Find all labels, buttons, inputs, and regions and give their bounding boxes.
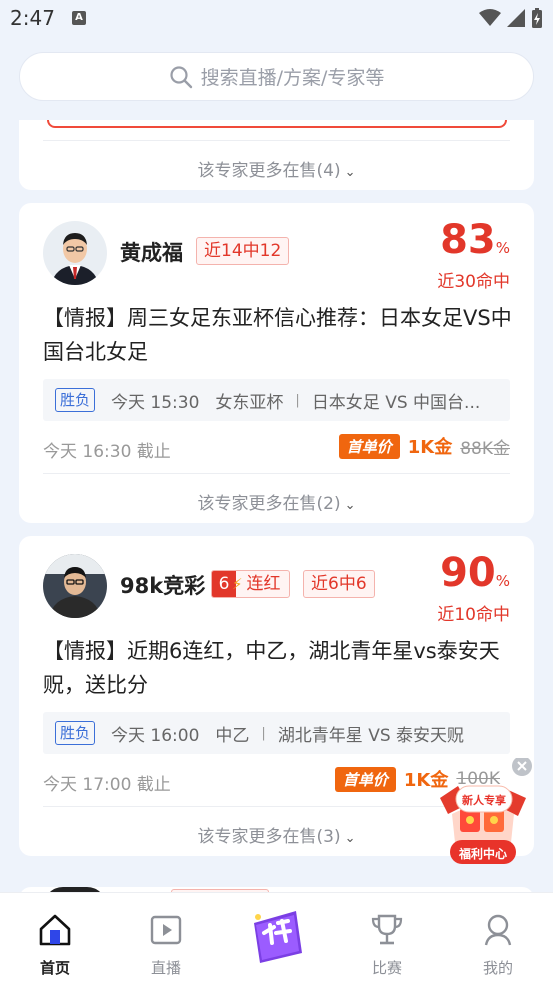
record-tag: 近14中12 xyxy=(196,237,290,265)
plan-headline[interactable]: 【情报】近期6连红，中乙，湖北青年星vs泰安天贶，送比分 xyxy=(43,634,513,702)
more-on-sale-label: 该专家更多在售(2) xyxy=(197,494,341,514)
center-feature-icon xyxy=(254,911,302,963)
expert-card[interactable]: 黄成福 近14中12 83% 近30命中 【情报】周三女足东亚杯信心推荐：日本女… xyxy=(19,203,534,523)
avatar[interactable] xyxy=(43,221,107,285)
match-teams: 日本女足 VS 中国台... xyxy=(311,392,481,413)
hit-rate-label: 近10命中 xyxy=(437,605,510,625)
avatar[interactable] xyxy=(43,554,107,618)
tab-matches[interactable]: 比赛 xyxy=(337,893,437,984)
promo-new-user-label: 新人专享 xyxy=(462,794,506,807)
original-price: 88K金 xyxy=(460,438,510,459)
hit-rate-label: 近30命中 xyxy=(437,272,510,292)
tab-live[interactable]: 直播 xyxy=(116,893,216,984)
deadline: 今天 16:30 截止 xyxy=(43,442,171,462)
battery-icon xyxy=(532,8,542,28)
expert-card-partial: 该专家更多在售(4) ⌄ xyxy=(19,120,534,190)
search-placeholder: 搜索直播/方案/专家等 xyxy=(200,67,385,89)
match-teams: 湖北青年星 VS 泰安天贶 xyxy=(277,725,465,746)
match-type-badge: 胜负 xyxy=(55,388,96,412)
signal-icon xyxy=(507,9,525,27)
system-icons xyxy=(479,8,543,28)
chevron-down-icon: ⌄ xyxy=(344,165,356,180)
wifi-icon xyxy=(479,9,501,26)
notification-a-icon: A xyxy=(72,11,86,25)
red-border-fragment xyxy=(47,120,507,128)
chevron-down-icon: ⌄ xyxy=(344,498,356,513)
tab-center-feature[interactable] xyxy=(226,893,326,984)
match-info[interactable]: 胜负 今天 15:30 女东亚杯 | 日本女足 VS 中国台... xyxy=(43,379,510,421)
current-price: 1K金 xyxy=(407,437,453,458)
hit-rate: 83% xyxy=(440,217,510,263)
play-icon xyxy=(150,915,182,945)
more-on-sale-label: 该专家更多在售(4) xyxy=(197,161,341,181)
price-block: 首单价 1K金 88K金 xyxy=(338,433,510,459)
status-time: 2:47 xyxy=(10,6,55,30)
search-icon xyxy=(169,65,192,88)
tab-label: 我的 xyxy=(482,959,513,977)
match-type-badge: 胜负 xyxy=(55,721,96,745)
tab-profile[interactable]: 我的 xyxy=(448,893,548,984)
home-icon xyxy=(39,914,71,946)
deadline: 今天 17:00 截止 xyxy=(43,775,171,795)
close-icon[interactable] xyxy=(512,758,532,778)
more-on-sale-link[interactable]: 该专家更多在售(2) ⌄ xyxy=(19,489,534,514)
record-tag: 近6中6 xyxy=(303,570,375,598)
expert-name: 黄成福 xyxy=(120,241,183,265)
league-name: 女东亚杯 xyxy=(215,392,284,413)
trophy-icon xyxy=(371,914,403,945)
chevron-down-icon: ⌄ xyxy=(344,831,356,846)
more-on-sale-label: 该专家更多在售(3) xyxy=(197,827,341,847)
separator: | xyxy=(261,725,266,741)
plan-headline[interactable]: 【情报】周三女足东亚杯信心推荐：日本女足VS中国台北女足 xyxy=(43,301,513,369)
streak-label: 连红 xyxy=(246,574,281,594)
league-name: 中乙 xyxy=(215,725,250,746)
match-time: 今天 16:00 xyxy=(111,725,200,746)
hit-rate: 90% xyxy=(440,550,510,596)
promo-welfare-label: 福利中心 xyxy=(458,847,507,861)
more-on-sale-link[interactable]: 该专家更多在售(4) ⌄ xyxy=(19,156,534,181)
search-input[interactable]: 搜索直播/方案/专家等 xyxy=(19,52,534,101)
separator: | xyxy=(295,392,300,408)
tab-label: 首页 xyxy=(39,959,70,977)
win-streak-badge: 6 ⚡ 连红 xyxy=(211,570,290,598)
status-bar: 2:47 A xyxy=(0,0,553,38)
welfare-center-promo[interactable]: 新人专享 福利中心 xyxy=(430,756,536,868)
first-price-badge: 首单价 xyxy=(338,433,400,459)
user-icon xyxy=(484,914,512,946)
tab-label: 比赛 xyxy=(371,959,402,977)
match-time: 今天 15:30 xyxy=(111,392,200,413)
tab-home[interactable]: 首页 xyxy=(5,893,105,984)
first-price-badge: 首单价 xyxy=(334,766,396,792)
divider xyxy=(43,473,510,474)
match-info[interactable]: 胜负 今天 16:00 中乙 | 湖北青年星 VS 泰安天贶 xyxy=(43,712,510,754)
divider xyxy=(43,140,510,141)
expert-name: 98k竞彩 xyxy=(120,574,206,598)
tab-label: 直播 xyxy=(150,959,181,977)
lightning-icon: ⚡ xyxy=(232,575,243,593)
bottom-tab-bar: 首页 直播 比赛 我的 xyxy=(0,892,553,984)
